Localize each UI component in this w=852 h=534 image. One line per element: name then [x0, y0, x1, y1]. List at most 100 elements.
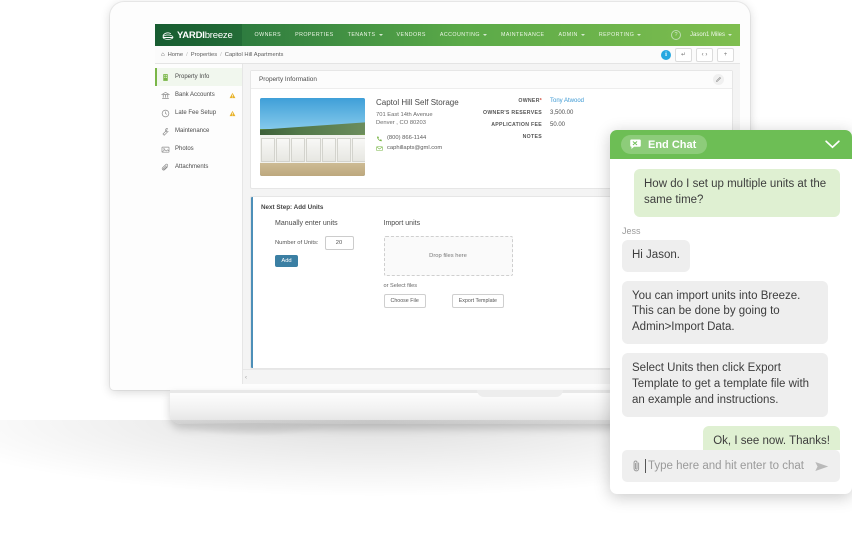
or-select-files-label: or Select files	[383, 283, 418, 289]
chat-message-incoming: Select Units then click Export Template …	[622, 353, 828, 417]
address-line2: Denver , CO 80203	[376, 120, 426, 127]
end-chat-label: End Chat	[648, 138, 697, 151]
building-icon	[161, 73, 170, 82]
nav-label: ADMIN	[558, 32, 578, 38]
nav-item-maintenance[interactable]: MAINTENANCE	[494, 32, 552, 38]
message-row: How do I set up multiple units at the sa…	[622, 169, 840, 226]
speech-bubble-icon	[630, 139, 641, 150]
sidebar-item-late-fee-setup[interactable]: Late Fee Setup	[155, 104, 242, 122]
warning-icon	[229, 110, 236, 116]
warning-icon	[229, 92, 236, 98]
number-of-units-input[interactable]: 20	[324, 236, 354, 250]
user-menu[interactable]: Jason1 Miles	[690, 32, 732, 38]
breadcrumb-bar: ⌂ Home / Properties / Capitol Hill Apart…	[155, 46, 740, 64]
file-dropzone[interactable]: Drop files here	[383, 236, 513, 276]
chevron-down-icon	[378, 34, 383, 36]
export-template-button[interactable]: Export Template	[451, 294, 504, 308]
nav-right-group: ? Jason1 Miles	[670, 30, 740, 40]
info-badge-icon[interactable]: i	[661, 49, 671, 60]
property-name: Captol Hill Self Storage	[376, 98, 459, 107]
chevron-down-icon[interactable]	[824, 139, 841, 150]
nav-item-accounting[interactable]: ACCOUNTING	[433, 32, 494, 38]
choose-file-button[interactable]: Choose File	[383, 294, 426, 308]
send-arrow-icon[interactable]	[814, 460, 830, 473]
field-value-owners-reserves: 3,500.00	[550, 110, 574, 116]
phone-value: (800) 866-1144	[387, 134, 427, 141]
field-label: OWNER'S RESERVES	[483, 110, 542, 116]
nav-label: OWNERS	[254, 32, 282, 38]
nav-item-admin[interactable]: ADMIN	[552, 32, 592, 38]
sidebar-item-label: Property Info	[175, 74, 210, 80]
chat-input-bar[interactable]: Type here and hit enter to chat	[622, 450, 840, 482]
chat-message-outgoing: Ok, I see now. Thanks!	[703, 425, 840, 450]
import-buttons: Choose File Export Template	[383, 294, 513, 308]
field-row-application-fee: APPLICATION FEE 50.00	[480, 122, 723, 128]
message-row: Ok, I see now. Thanks!	[622, 425, 840, 450]
back-button[interactable]: ↵	[675, 47, 692, 62]
required-marker: *	[539, 98, 542, 104]
brand-yardi: YARDI	[177, 29, 205, 41]
collapse-sidebar-button[interactable]: ‹	[245, 375, 255, 381]
field-label-text: OWNER	[518, 98, 540, 104]
pencil-icon[interactable]	[713, 74, 724, 85]
breadcrumb-properties[interactable]: Properties	[191, 52, 217, 58]
chat-input-placeholder: Type here and hit enter to chat	[645, 459, 807, 473]
end-chat-button[interactable]: End Chat	[621, 135, 708, 154]
chat-header: End Chat	[610, 130, 852, 159]
message-row: You can import units into Breeze. This c…	[622, 280, 840, 354]
sidebar-item-label: Maintenance	[175, 128, 210, 134]
field-value-application-fee: 50.00	[550, 122, 566, 128]
breadcrumb-separator: /	[186, 51, 188, 58]
breadcrumb-home[interactable]: Home	[168, 52, 183, 58]
paperclip-icon	[161, 163, 170, 172]
property-photo	[260, 98, 365, 176]
field-label: APPLICATION FEE	[491, 122, 542, 128]
nav-label: ACCOUNTING	[439, 32, 480, 38]
chevron-down-icon	[580, 34, 585, 36]
chevron-down-icon	[637, 34, 642, 36]
bank-icon	[161, 91, 170, 100]
field-value-owner[interactable]: Tony Atwood	[550, 98, 584, 104]
laptop-notch	[477, 390, 563, 397]
garage-door	[351, 137, 365, 162]
units-row: Number of Units: 20	[275, 236, 354, 250]
nav-item-reporting[interactable]: REPORTING	[592, 32, 648, 38]
breadcrumb-current: Capitol Hill Apartments	[224, 51, 284, 58]
units-label: Number of Units:	[275, 240, 319, 246]
nav-item-owners[interactable]: OWNERS	[248, 32, 289, 38]
sidebar-item-photos[interactable]: Photos	[155, 140, 242, 158]
property-address-block: Captol Hill Self Storage 701 East 14th A…	[376, 98, 472, 176]
nav-item-vendors[interactable]: VENDORS	[390, 32, 433, 38]
breadcrumb-separator: /	[220, 51, 222, 58]
message-row: Hi Jason.	[622, 239, 840, 281]
chat-message-incoming: Hi Jason.	[622, 239, 690, 272]
add-button[interactable]: Add	[275, 255, 298, 267]
garage-door	[336, 137, 351, 162]
prev-next-button[interactable]: ‹ ›	[696, 47, 713, 62]
nav-label: TENANTS	[347, 32, 376, 38]
card-header: Property Information	[251, 71, 732, 89]
nav-label: REPORTING	[598, 32, 635, 38]
message-row: Select Units then click Export Template …	[622, 353, 840, 426]
help-icon[interactable]: ?	[670, 30, 681, 40]
chat-message-outgoing: How do I set up multiple units at the sa…	[634, 169, 840, 217]
nav-item-tenants[interactable]: TENANTS	[341, 32, 390, 38]
brand-logo[interactable]: YARDIbreeze	[155, 24, 242, 46]
nav-label: PROPERTIES	[295, 32, 334, 38]
user-name-label: Jason1 Miles	[689, 32, 725, 38]
field-label: OWNER*	[480, 98, 550, 104]
brand-breeze: breeze	[204, 29, 233, 41]
nav-item-properties[interactable]: PROPERTIES	[288, 32, 341, 38]
photo-doors	[260, 137, 365, 162]
sidebar-item-maintenance[interactable]: Maintenance	[155, 122, 242, 140]
paperclip-icon[interactable]	[632, 459, 641, 473]
add-button[interactable]: +	[717, 47, 734, 62]
field-row-owners-reserves: OWNER'S RESERVES 3,500.00	[480, 110, 723, 116]
wrench-icon	[161, 127, 170, 136]
garage-door	[321, 137, 336, 162]
garage-door	[261, 137, 276, 162]
sidebar-item-property-info[interactable]: Property Info	[155, 68, 242, 86]
sidebar-item-bank-accounts[interactable]: Bank Accounts	[155, 86, 242, 104]
home-icon[interactable]: ⌂	[161, 52, 165, 58]
sidebar-item-attachments[interactable]: Attachments	[155, 158, 242, 176]
